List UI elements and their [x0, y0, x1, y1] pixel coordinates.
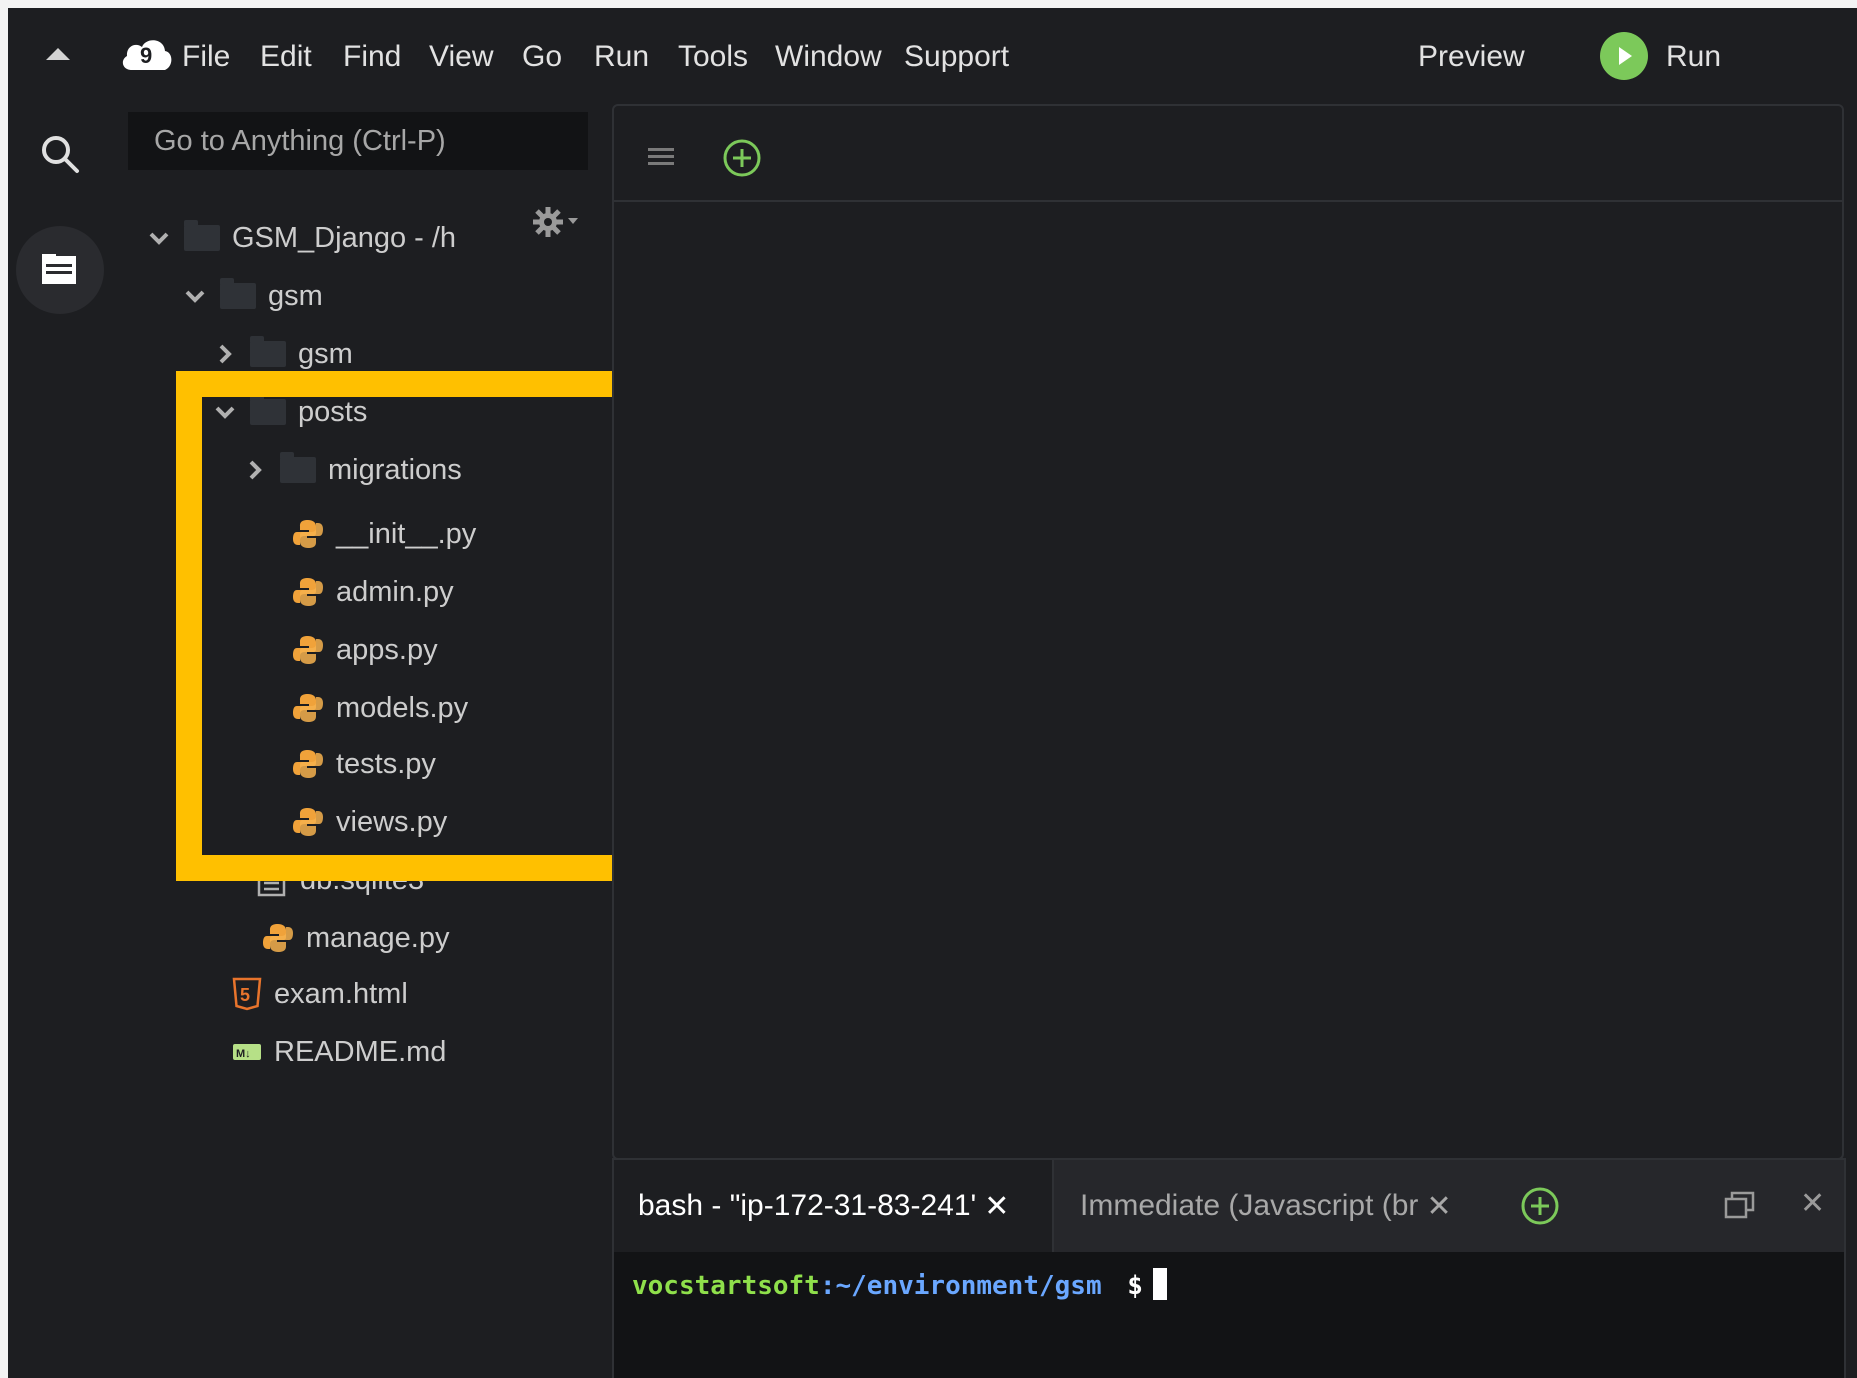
- tree-item-apps-py[interactable]: apps.py: [292, 628, 552, 672]
- folder-icon: [250, 394, 286, 425]
- prompt-symbol: $: [1127, 1271, 1143, 1301]
- tree-item-admin-py[interactable]: admin.py: [292, 570, 552, 614]
- goto-anything-input[interactable]: Go to Anything (Ctrl-P): [128, 112, 588, 170]
- run-play-icon[interactable]: [1600, 32, 1648, 80]
- tree-item-tests-py[interactable]: tests.py: [292, 742, 552, 786]
- tab-immediate[interactable]: Immediate (Javascript (br ✕: [1054, 1160, 1484, 1252]
- python-file-icon: [263, 924, 293, 952]
- tab-bash-label: bash - "ip-172-31-83-241': [638, 1189, 977, 1222]
- python-file-icon: [293, 578, 323, 606]
- search-icon[interactable]: [38, 132, 82, 176]
- tree-item-label: __init__.py: [336, 517, 477, 550]
- menu-view[interactable]: View: [429, 40, 493, 74]
- python-file-icon: [293, 808, 323, 836]
- tree-item-views-py[interactable]: views.py: [292, 800, 552, 844]
- run-button[interactable]: Run: [1666, 40, 1721, 74]
- text-file-icon: [257, 863, 286, 897]
- chevron-right-icon: [219, 344, 232, 364]
- tree-item-init-py[interactable]: __init__.py: [292, 512, 552, 556]
- chevron-right-icon: [249, 460, 262, 480]
- menu-window[interactable]: Window: [775, 40, 882, 74]
- terminal-prompt: vocstartsoft:~/environment/gsm $: [632, 1268, 1167, 1301]
- add-terminal-tab-icon[interactable]: [1520, 1186, 1560, 1226]
- menu-support[interactable]: Support: [904, 40, 1009, 74]
- chevron-down-icon: [215, 406, 235, 419]
- menu-tools[interactable]: Tools: [678, 40, 748, 74]
- tree-item-gsm[interactable]: gsm: [184, 274, 484, 318]
- ide-window: 9 File Edit Find View Go Run Tools Windo…: [8, 8, 1857, 1378]
- chevron-down-icon: [149, 232, 169, 245]
- tree-item-label: GSM_Django - /h: [232, 221, 457, 254]
- python-file-icon: [293, 750, 323, 778]
- tree-item-models-py[interactable]: models.py: [292, 686, 552, 730]
- file-tree-button[interactable]: [16, 226, 104, 314]
- tree-item-label: admin.py: [336, 575, 454, 608]
- python-file-icon: [293, 636, 323, 664]
- svg-text:5: 5: [240, 985, 250, 1005]
- svg-text:9: 9: [140, 43, 152, 68]
- close-icon[interactable]: ✕: [1426, 1189, 1451, 1224]
- tree-item-label: README.md: [274, 1035, 447, 1068]
- terminal-body[interactable]: vocstartsoft:~/environment/gsm $: [614, 1252, 1844, 1378]
- tree-item-label: manage.py: [306, 921, 450, 954]
- tree-item-posts[interactable]: posts: [214, 390, 514, 434]
- tree-item-label: tests.py: [336, 747, 436, 780]
- python-file-icon: [293, 694, 323, 722]
- gear-icon[interactable]: [532, 204, 580, 240]
- add-tab-icon[interactable]: [722, 138, 762, 178]
- tree-item-label: gsm: [298, 337, 353, 370]
- file-tree-icon: [42, 254, 76, 284]
- tree-item-label: views.py: [336, 805, 448, 838]
- tree-item-gsm-django[interactable]: GSM_Django - /h: [148, 216, 478, 260]
- menu-run[interactable]: Run: [594, 40, 649, 74]
- collapse-arrow-icon[interactable]: [46, 48, 70, 60]
- editor-pane: [612, 104, 1844, 1160]
- tree-item-label: db.sqlite3: [300, 863, 425, 896]
- folder-icon: [184, 220, 220, 251]
- folder-icon: [220, 278, 256, 309]
- editor-tab-bar: [614, 106, 1842, 202]
- svg-text:M↓: M↓: [236, 1048, 251, 1060]
- menu-go[interactable]: Go: [522, 40, 562, 74]
- tree-item-db-sqlite3[interactable]: db.sqlite3: [254, 858, 554, 902]
- tree-item-migrations[interactable]: migrations: [244, 448, 544, 492]
- folder-icon: [280, 452, 316, 483]
- tree-item-label: apps.py: [336, 633, 438, 666]
- tree-item-label: models.py: [336, 691, 469, 724]
- tree-item-exam-html[interactable]: 5 exam.html: [232, 972, 532, 1016]
- tree-item-gsm-inner[interactable]: gsm: [214, 332, 514, 376]
- tree-item-label: posts: [298, 395, 368, 428]
- tab-immediate-label: Immediate (Javascript (br: [1080, 1189, 1419, 1222]
- tree-item-label: exam.html: [274, 977, 408, 1010]
- tree-item-label: migrations: [328, 453, 462, 486]
- close-panel-icon[interactable]: ✕: [1800, 1186, 1825, 1221]
- prompt-path: :~/environment/gsm: [819, 1271, 1102, 1301]
- menu-file[interactable]: File: [182, 40, 230, 74]
- preview-button[interactable]: Preview: [1418, 40, 1525, 74]
- menu-bar: 9 File Edit Find View Go Run Tools Windo…: [8, 8, 1857, 100]
- folder-icon: [250, 336, 286, 367]
- cloud9-logo[interactable]: 9: [118, 34, 174, 74]
- menu-edit[interactable]: Edit: [260, 40, 312, 74]
- close-icon[interactable]: ✕: [984, 1189, 1009, 1224]
- tree-item-readme-md[interactable]: M↓ README.md: [232, 1030, 532, 1074]
- tree-item-manage-py[interactable]: manage.py: [262, 916, 562, 960]
- terminal-panel: bash - "ip-172-31-83-241' ✕ Immediate (J…: [612, 1158, 1846, 1378]
- chevron-down-icon: [185, 290, 205, 303]
- tab-bash[interactable]: bash - "ip-172-31-83-241' ✕: [614, 1160, 1054, 1252]
- hamburger-icon[interactable]: [648, 146, 674, 168]
- restore-icon[interactable]: [1724, 1190, 1756, 1220]
- terminal-cursor: [1152, 1268, 1167, 1300]
- prompt-user: vocstartsoft: [632, 1271, 820, 1301]
- markdown-icon: M↓: [233, 1044, 261, 1060]
- tree-item-label: gsm: [268, 279, 323, 312]
- python-file-icon: [293, 520, 323, 548]
- menu-find[interactable]: Find: [343, 40, 401, 74]
- html5-icon: 5: [232, 977, 262, 1011]
